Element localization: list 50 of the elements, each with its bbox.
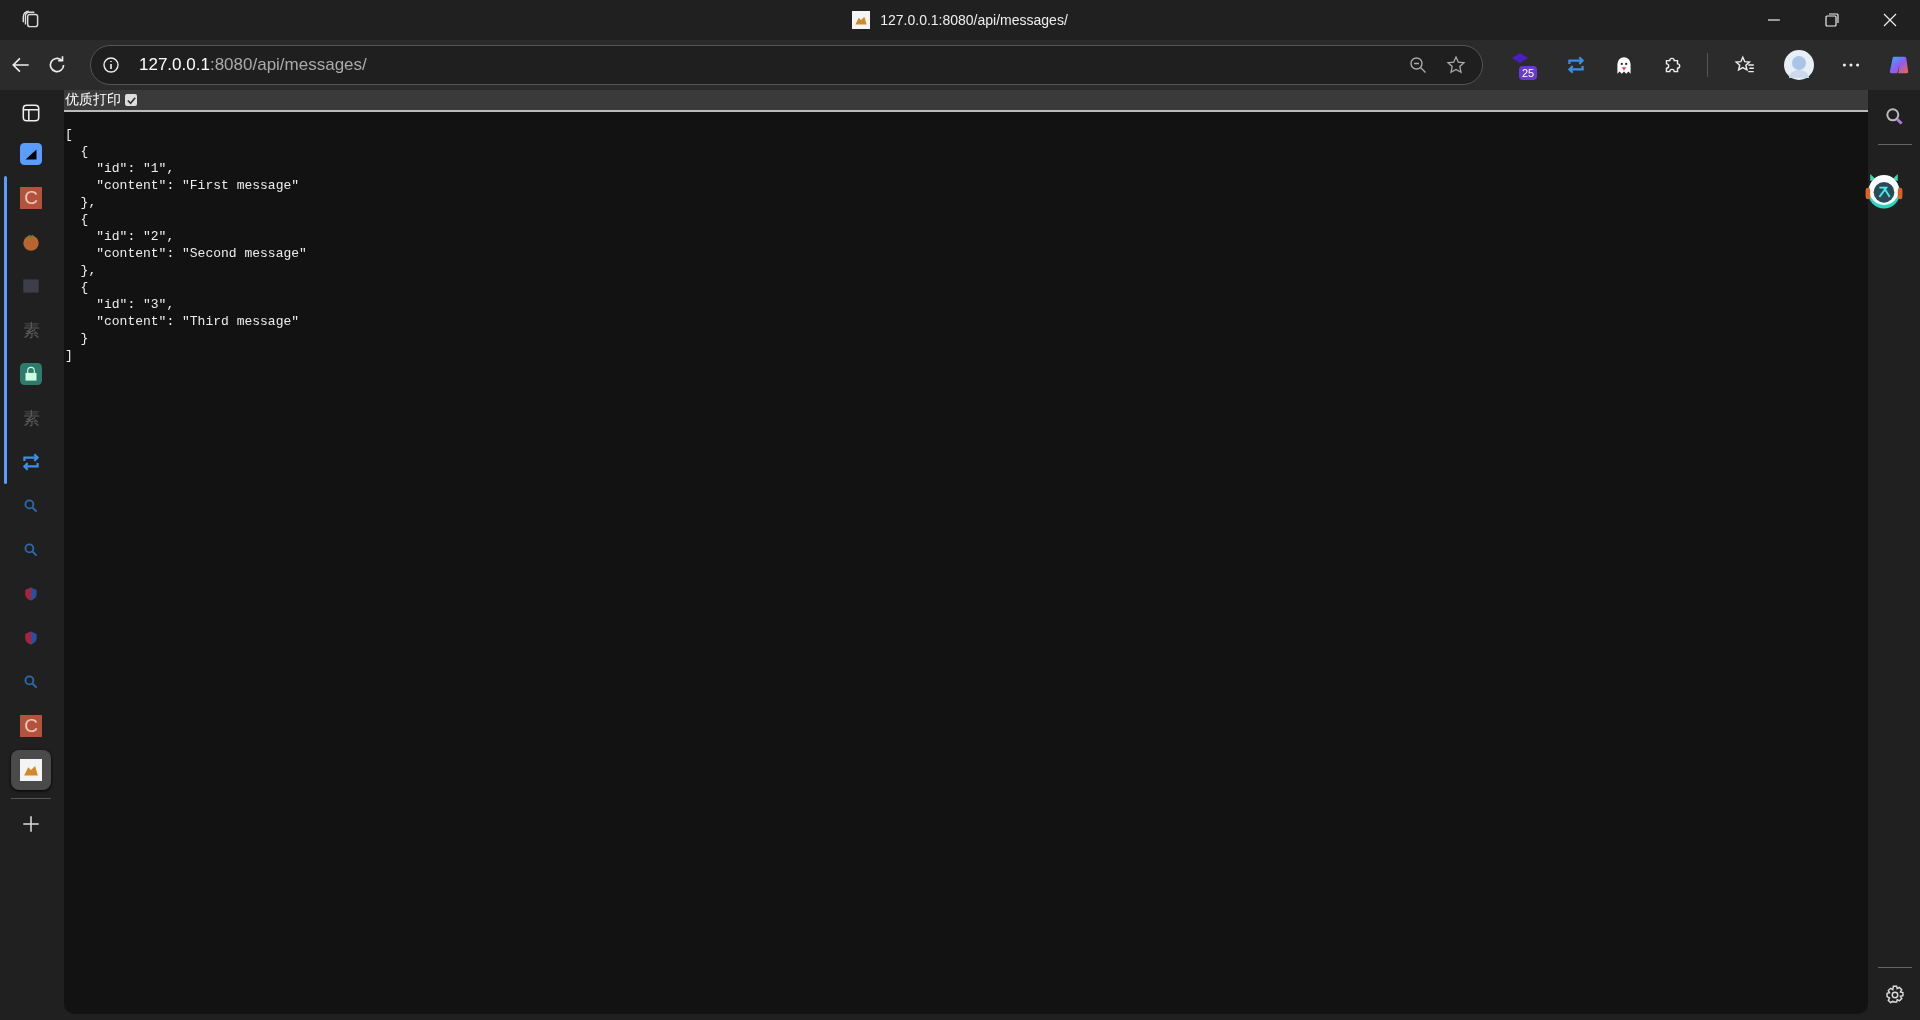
star-icon[interactable] — [1446, 55, 1466, 75]
letter-favicon: C — [20, 187, 42, 209]
settings-icon[interactable] — [1884, 984, 1906, 1006]
search-icon — [23, 674, 39, 690]
json-line: "content": "Third message" — [95, 313, 300, 330]
vertical-tab[interactable]: 素 — [11, 398, 51, 438]
zoom-out-icon[interactable] — [1408, 55, 1428, 75]
json-line: { — [79, 211, 89, 228]
json-line: { — [79, 279, 89, 296]
restore-icon[interactable] — [1824, 12, 1840, 28]
json-line: }, — [79, 194, 97, 211]
cat-favicon-icon — [20, 759, 42, 781]
vertical-tab[interactable]: C — [11, 178, 51, 218]
close-icon[interactable] — [1882, 12, 1898, 28]
shield-icon — [23, 586, 39, 602]
new-tab-icon[interactable] — [20, 813, 42, 835]
json-line: "id": "1", — [95, 160, 175, 177]
lock-favicon-icon — [20, 363, 42, 385]
json-line: "id": "3", — [95, 296, 175, 313]
vertical-tab[interactable]: 素 — [11, 310, 51, 350]
url-text: 127.0.0.1:8080/api/messages/ — [139, 55, 367, 75]
cat-favicon-icon — [852, 11, 871, 29]
print-checkbox[interactable] — [125, 94, 137, 106]
text-favicon: 素 — [22, 318, 40, 342]
avatar-icon[interactable] — [1784, 50, 1814, 80]
triangle-favicon-icon — [20, 143, 42, 165]
window-title: 127.0.0.1:8080/api/messages/ — [880, 12, 1068, 28]
json-line: [ — [65, 126, 73, 143]
letter-favicon: C — [20, 715, 42, 737]
json-line: "content": "First message" — [95, 177, 300, 194]
vertical-tab[interactable] — [11, 750, 51, 790]
json-line: "content": "Second message" — [95, 245, 307, 262]
text-favicon: 素 — [22, 406, 40, 430]
search-icon — [23, 542, 39, 558]
json-line: } — [79, 330, 89, 347]
repeat-icon — [20, 451, 42, 473]
json-line: }, — [79, 262, 97, 279]
json-line: ] — [65, 347, 73, 364]
panel-icon[interactable] — [20, 102, 42, 124]
json-line: { — [79, 143, 89, 160]
info-icon[interactable] — [101, 55, 121, 75]
repeat-icon[interactable] — [1565, 54, 1587, 76]
vertical-tab[interactable]: C — [11, 706, 51, 746]
json-line: "id": "2", — [95, 228, 175, 245]
search-icon[interactable] — [1884, 106, 1906, 128]
shield-icon — [23, 630, 39, 646]
notification-badge: 25 — [1519, 66, 1538, 80]
search-icon — [23, 498, 39, 514]
print-label: 优质打印 — [65, 91, 121, 109]
address-bar[interactable]: 127.0.0.1:8080/api/messages/ — [90, 45, 1483, 85]
